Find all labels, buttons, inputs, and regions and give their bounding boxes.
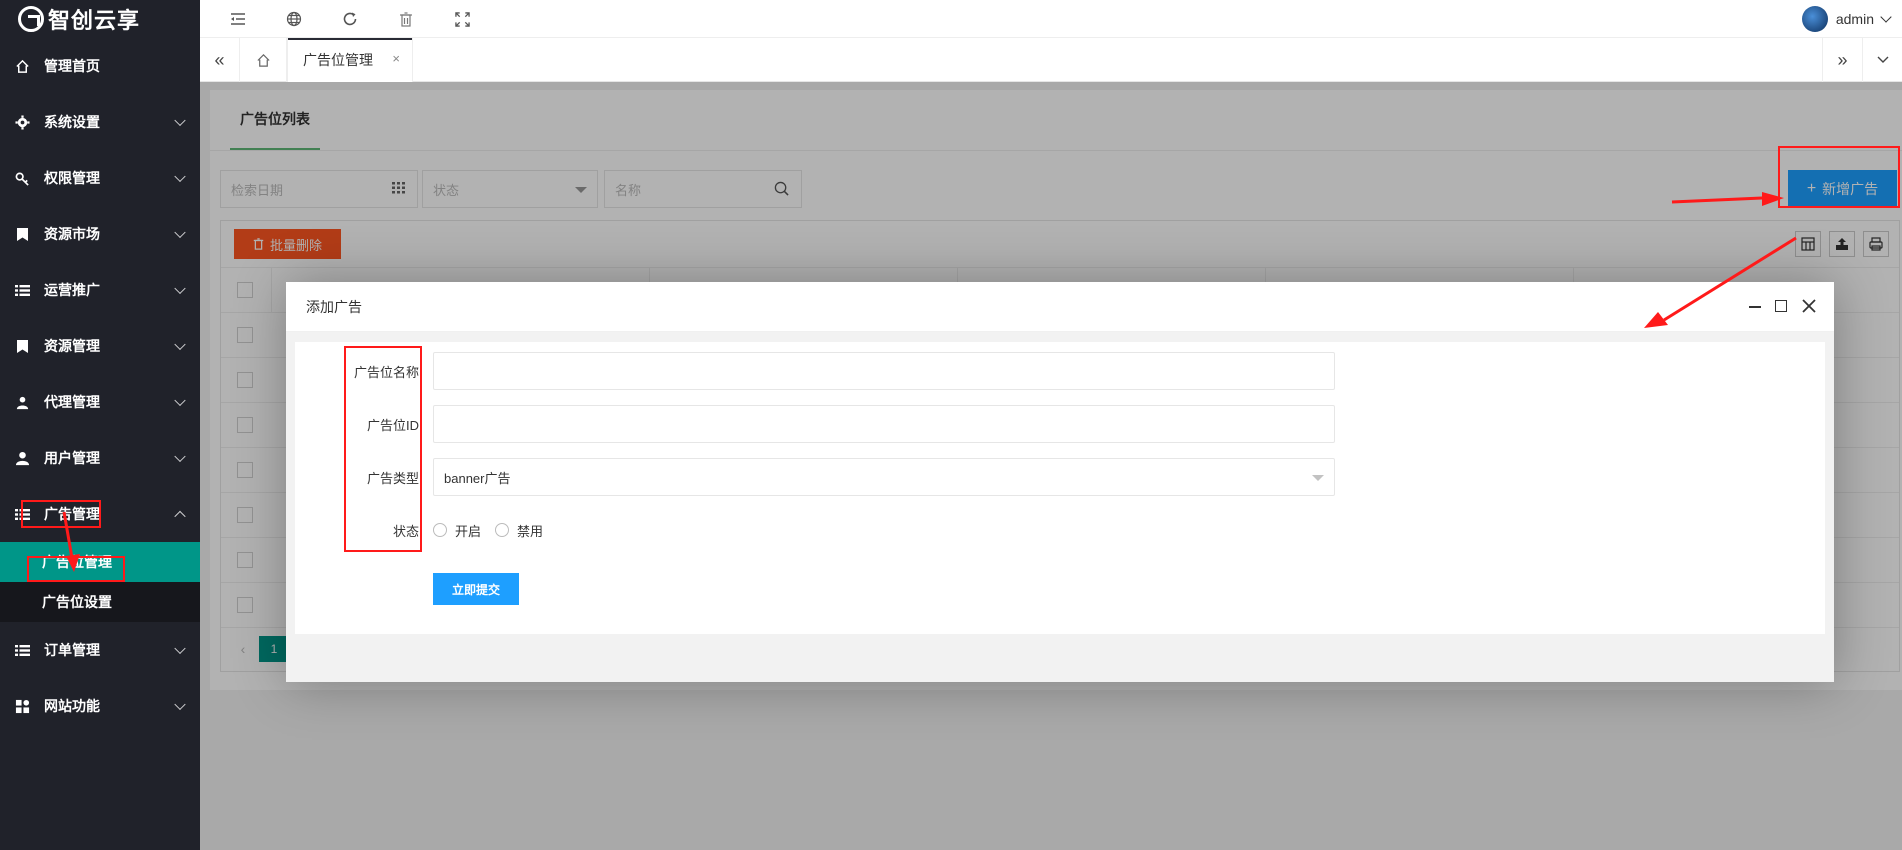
radio-label: 禁用 xyxy=(517,523,544,539)
close-icon[interactable]: × xyxy=(392,51,400,66)
list-icon xyxy=(15,283,30,298)
user-icon xyxy=(15,451,30,466)
sidebar-item-label: 运营推广 xyxy=(44,282,100,298)
sidebar-item-system-settings[interactable]: 系统设置 xyxy=(0,94,200,150)
submit-button[interactable]: 立即提交 xyxy=(433,573,519,605)
minimize-icon[interactable] xyxy=(1746,297,1764,315)
gear-icon xyxy=(15,114,30,130)
form-row-type: 广告类型 banner广告 xyxy=(295,458,1825,496)
status-label: 状态 xyxy=(392,523,419,539)
trash-icon[interactable] xyxy=(396,9,416,29)
sidebar-item-label: 权限管理 xyxy=(44,170,100,186)
sidebar-item-agents[interactable]: 代理管理 xyxy=(0,374,200,430)
maximize-icon[interactable] xyxy=(1772,297,1790,315)
sidebar-item-label: 资源管理 xyxy=(44,338,100,354)
fullscreen-icon[interactable] xyxy=(452,9,472,29)
app-logo[interactable]: 智创云享 xyxy=(0,0,200,38)
sidebar: 智创云享 管理首页 系统设置 权限管理 资源市场 运营推广 资源管理 代理管理 … xyxy=(0,0,200,850)
sidebar-item-label: 管理首页 xyxy=(44,58,100,74)
top-toolbar: admin xyxy=(200,0,1902,38)
radio-label: 开启 xyxy=(455,523,482,539)
form-row-status: 状态 开启 禁用 xyxy=(295,511,1825,549)
sidebar-item-users[interactable]: 用户管理 xyxy=(0,430,200,486)
sidebar-item-orders[interactable]: 订单管理 xyxy=(0,622,200,678)
tabs-scroll-right-icon[interactable]: » xyxy=(1822,38,1862,82)
bookmark-icon xyxy=(15,339,30,354)
sidebar-item-label: 广告管理 xyxy=(44,506,100,522)
sidebar-item-resource-management[interactable]: 资源管理 xyxy=(0,318,200,374)
chevron-down-icon xyxy=(174,114,186,127)
radio-circle-icon xyxy=(495,523,510,537)
chevron-down-icon xyxy=(174,698,186,711)
dialog-title: 添加广告 xyxy=(306,298,362,315)
sidebar-subitem-label: 广告位设置 xyxy=(42,594,112,610)
ads-submenu: 广告位管理 广告位设置 xyxy=(0,542,200,622)
status-radio-group: 开启 禁用 xyxy=(433,511,557,549)
refresh-icon[interactable] xyxy=(340,9,360,29)
ad-slot-id-input[interactable] xyxy=(433,405,1335,443)
tab-ad-slot-management[interactable]: 广告位管理 × xyxy=(287,38,413,82)
sidebar-item-permissions[interactable]: 权限管理 xyxy=(0,150,200,206)
sidebar-subitem-ad-slot-settings[interactable]: 广告位设置 xyxy=(0,582,200,622)
chevron-down-icon xyxy=(174,282,186,295)
sidebar-item-label: 资源市场 xyxy=(44,226,100,242)
tabs-scroll-left-icon[interactable]: « xyxy=(200,38,240,82)
chevron-down-icon xyxy=(174,642,186,655)
user-group-icon xyxy=(15,395,30,410)
status-radio-enable[interactable]: 开启 xyxy=(433,521,481,540)
ad-slot-name-input[interactable] xyxy=(433,352,1335,390)
sidebar-item-label: 用户管理 xyxy=(44,450,100,466)
sidebar-item-home[interactable]: 管理首页 xyxy=(0,38,200,94)
sidebar-item-ads[interactable]: 广告管理 xyxy=(0,486,200,542)
ad-type-select[interactable]: banner广告 xyxy=(433,458,1335,496)
menu-fold-icon[interactable] xyxy=(228,9,248,29)
list-icon xyxy=(15,507,30,522)
chevron-down-icon xyxy=(174,170,186,183)
sidebar-item-resource-market[interactable]: 资源市场 xyxy=(0,206,200,262)
username: admin xyxy=(1835,11,1874,27)
add-ad-dialog: 添加广告 广告位名称 广告位ID 广告类型 banner广告 状态 开启 禁用 … xyxy=(286,282,1834,682)
page-tabs-bar: « 广告位管理 × » xyxy=(200,38,1902,82)
form-row-name: 广告位名称 xyxy=(295,352,1825,390)
ad-slot-name-label: 广告位名称 xyxy=(353,364,419,380)
globe-icon[interactable] xyxy=(284,9,304,29)
tab-label: 广告位管理 xyxy=(303,52,373,68)
bookmark-icon xyxy=(15,227,30,242)
status-radio-disable[interactable]: 禁用 xyxy=(495,521,543,540)
chevron-up-icon xyxy=(174,510,186,523)
ad-type-label: 广告类型 xyxy=(366,470,419,486)
home-icon xyxy=(15,59,30,74)
sidebar-item-label: 代理管理 xyxy=(44,394,100,410)
tabs-dropdown-icon[interactable] xyxy=(1862,38,1902,82)
sidebar-item-site-features[interactable]: 网站功能 xyxy=(0,678,200,734)
sidebar-item-operations[interactable]: 运营推广 xyxy=(0,262,200,318)
chevron-down-icon xyxy=(174,394,186,407)
form-row-id: 广告位ID xyxy=(295,405,1825,443)
sidebar-subitem-ad-slot-management[interactable]: 广告位管理 xyxy=(0,542,200,582)
chevron-down-icon xyxy=(174,338,186,351)
avatar xyxy=(1801,6,1828,32)
logo-mark-icon xyxy=(18,6,44,32)
add-ad-form: 广告位名称 广告位ID 广告类型 banner广告 状态 开启 禁用 立即提交 xyxy=(295,342,1825,634)
ad-slot-id-label: 广告位ID xyxy=(366,417,419,433)
caret-down-icon xyxy=(1312,475,1324,481)
ad-type-selected: banner广告 xyxy=(444,470,511,486)
sidebar-item-label: 网站功能 xyxy=(44,698,100,714)
close-icon[interactable] xyxy=(1800,297,1818,315)
chevron-down-icon xyxy=(174,450,186,463)
chevron-down-icon xyxy=(174,226,186,239)
home-tab-icon[interactable] xyxy=(240,38,287,82)
dialog-header[interactable]: 添加广告 xyxy=(286,282,1834,332)
list-icon xyxy=(15,643,30,658)
apps-icon xyxy=(15,699,30,714)
key-icon xyxy=(15,171,30,186)
logo-text: 智创云享 xyxy=(48,8,141,33)
sidebar-item-label: 订单管理 xyxy=(44,642,100,658)
sidebar-subitem-label: 广告位管理 xyxy=(42,554,112,570)
radio-circle-icon xyxy=(433,523,447,537)
chevron-down-icon xyxy=(1880,11,1892,23)
user-menu[interactable]: admin xyxy=(1801,6,1892,32)
sidebar-item-label: 系统设置 xyxy=(44,114,100,130)
